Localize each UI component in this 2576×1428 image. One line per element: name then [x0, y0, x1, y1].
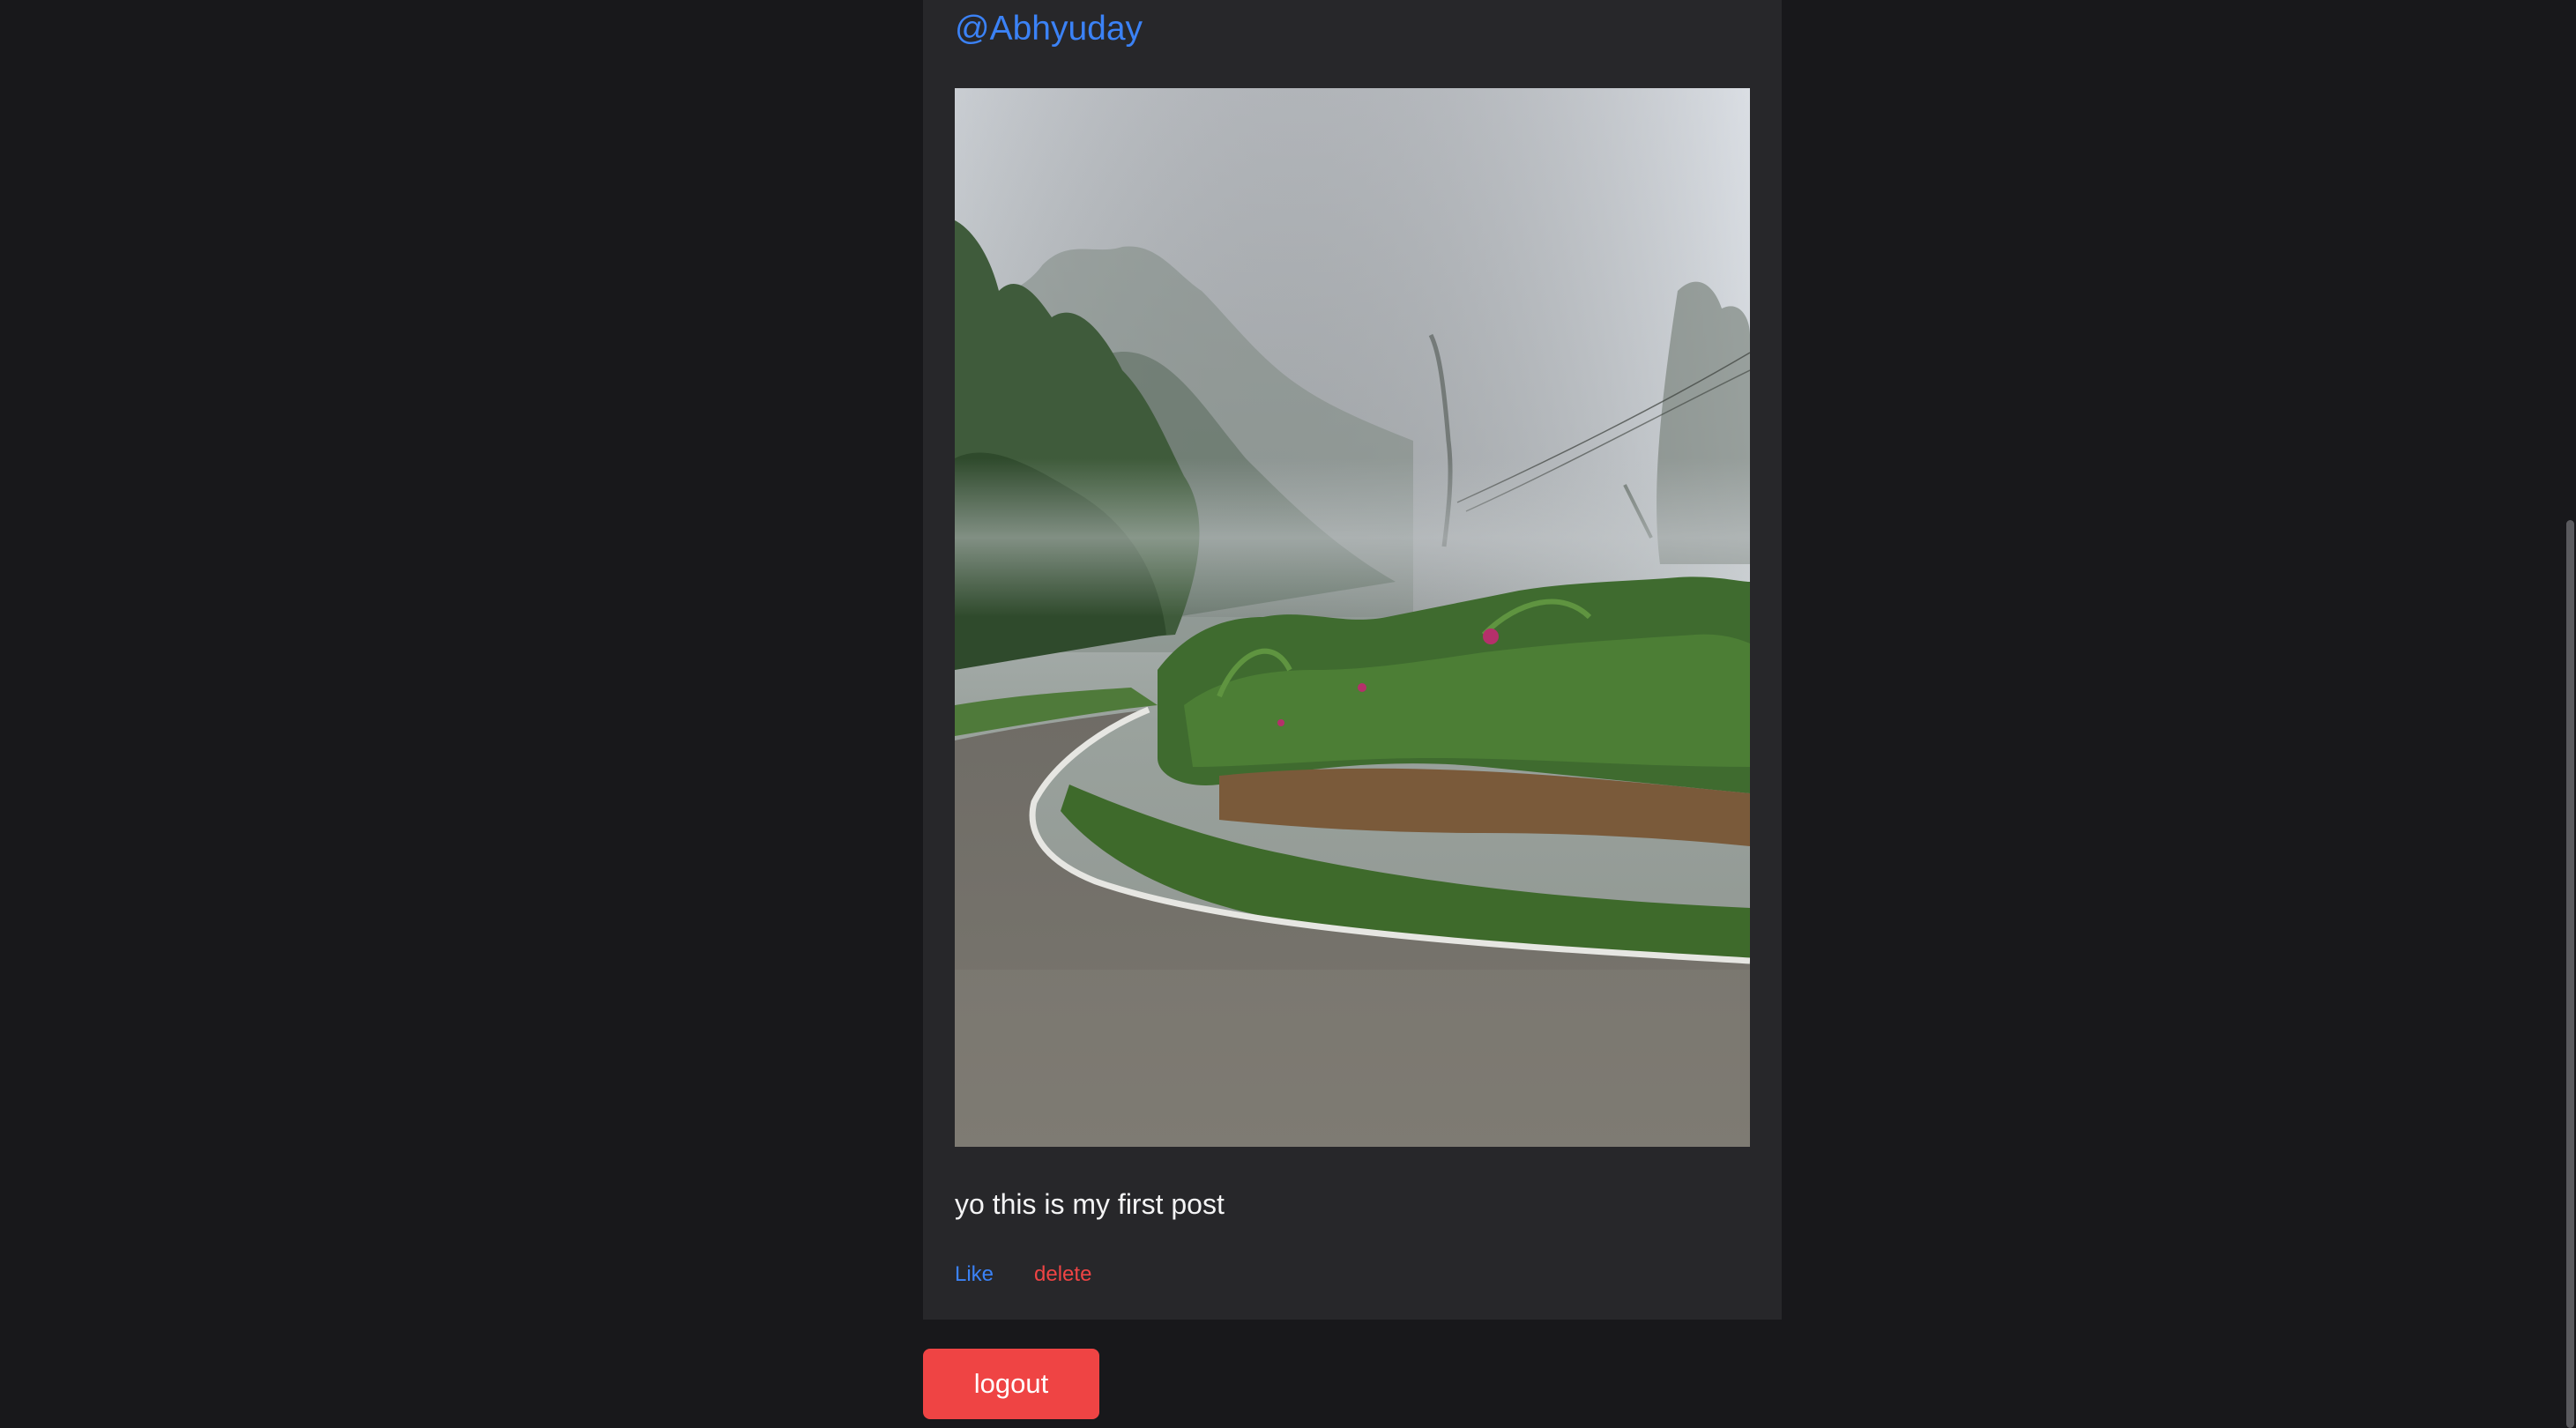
post-card: @Abhyuday yo this is my first post Like … — [923, 0, 1782, 1320]
like-button[interactable]: Like — [955, 1259, 994, 1290]
post-author-link[interactable]: @Abhyuday — [955, 5, 1143, 53]
post-image — [955, 88, 1750, 1147]
logout-button[interactable]: logout — [923, 1349, 1099, 1419]
delete-button[interactable]: delete — [1034, 1259, 1091, 1290]
page-scrollbar[interactable] — [2560, 0, 2576, 1428]
scrollbar-thumb[interactable] — [2566, 520, 2574, 1428]
post-caption: yo this is my first post — [955, 1188, 1225, 1220]
post-actions: Like delete — [955, 1259, 1091, 1290]
